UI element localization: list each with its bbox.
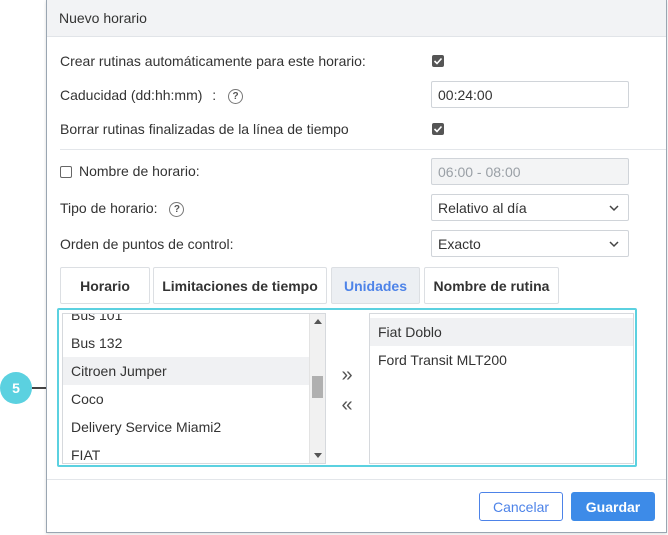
- list-item-selected[interactable]: Fiat Doblo: [370, 318, 633, 346]
- dialog-header: Nuevo horario: [47, 0, 666, 37]
- check-icon: [433, 125, 443, 133]
- list-item[interactable]: Bus 101: [63, 314, 311, 329]
- tab-horario[interactable]: Horario: [60, 267, 150, 304]
- save-button[interactable]: Guardar: [571, 492, 655, 521]
- expiry-value: 00:24:00: [438, 87, 493, 103]
- schedule-type-label: Tipo de horario:: [60, 200, 158, 216]
- tab-label: Horario: [80, 277, 130, 294]
- checkpoint-order-value: Exacto: [438, 236, 481, 252]
- new-schedule-dialog: Nuevo horario Crear rutinas automáticame…: [46, 0, 667, 533]
- tab-label: Limitaciones de tiempo: [162, 277, 318, 294]
- remove-unit-button[interactable]: «: [336, 395, 358, 417]
- help-circle-icon[interactable]: ?: [169, 201, 185, 217]
- schedule-type-label-wrap: Tipo de horario: ?: [60, 200, 185, 217]
- chevron-down-icon: [609, 241, 619, 248]
- auto-create-label: Crear rutinas automáticamente para este …: [60, 53, 366, 69]
- checkpoint-order-label: Orden de puntos de control:: [60, 236, 234, 252]
- expiry-colon: :: [212, 87, 217, 103]
- section-divider: [60, 149, 666, 150]
- list-item[interactable]: Ford Transit MLT200: [370, 346, 633, 374]
- expiry-label-wrap: Caducidad (dd:hh:mm) : ?: [60, 87, 244, 104]
- list-item[interactable]: Coco: [63, 385, 311, 413]
- delete-finished-checkbox[interactable]: [432, 123, 444, 135]
- schedule-type-value: Relativo al día: [438, 200, 527, 216]
- callout-number: 5: [12, 380, 20, 396]
- scroll-thumb[interactable]: [312, 376, 323, 398]
- scroll-up-icon[interactable]: [314, 319, 322, 324]
- list-item-selected[interactable]: Citroen Jumper: [63, 357, 311, 385]
- chevron-down-icon: [609, 205, 619, 212]
- delete-finished-label: Borrar rutinas finalizadas de la línea d…: [60, 121, 349, 137]
- check-icon: [433, 57, 443, 65]
- units-transfer-panel: Bus 101 Bus 132 Citroen Jumper Coco Deli…: [57, 308, 637, 467]
- schedule-type-select[interactable]: Relativo al día: [431, 194, 629, 221]
- list-item[interactable]: Bus 132: [63, 329, 311, 357]
- checkpoint-order-select[interactable]: Exacto: [431, 230, 629, 257]
- tab-unidades[interactable]: Unidades: [331, 267, 420, 304]
- schedule-name-input[interactable]: 06:00 - 08:00: [431, 158, 629, 185]
- cancel-button[interactable]: Cancelar: [479, 492, 563, 521]
- tab-label: Unidades: [343, 277, 407, 294]
- tab-label: Nombre de rutina: [433, 277, 550, 294]
- add-unit-button[interactable]: »: [336, 365, 358, 387]
- assigned-units-list[interactable]: Fiat Doblo Ford Transit MLT200: [369, 313, 634, 464]
- schedule-name-label: Nombre de horario:: [79, 163, 200, 179]
- list-item[interactable]: FIAT: [63, 441, 311, 463]
- callout-badge: 5: [0, 372, 32, 404]
- help-circle-icon[interactable]: ?: [228, 88, 244, 104]
- scrollbar[interactable]: [309, 314, 325, 463]
- available-units-list[interactable]: Bus 101 Bus 132 Citroen Jumper Coco Deli…: [62, 313, 326, 464]
- expiry-label: Caducidad (dd:hh:mm): [60, 87, 203, 103]
- tab-nombre-rutina[interactable]: Nombre de rutina: [424, 267, 559, 304]
- list-item[interactable]: Delivery Service Miami2: [63, 413, 311, 441]
- schedule-name-checkbox[interactable]: [60, 166, 72, 178]
- dialog-title: Nuevo horario: [59, 10, 147, 26]
- tab-limitaciones[interactable]: Limitaciones de tiempo: [153, 267, 327, 304]
- expiry-input[interactable]: 00:24:00: [431, 81, 629, 108]
- footer-divider: [47, 479, 666, 480]
- scroll-down-icon[interactable]: [314, 453, 322, 458]
- auto-create-checkbox[interactable]: [432, 55, 444, 67]
- schedule-name-value: 06:00 - 08:00: [438, 164, 521, 180]
